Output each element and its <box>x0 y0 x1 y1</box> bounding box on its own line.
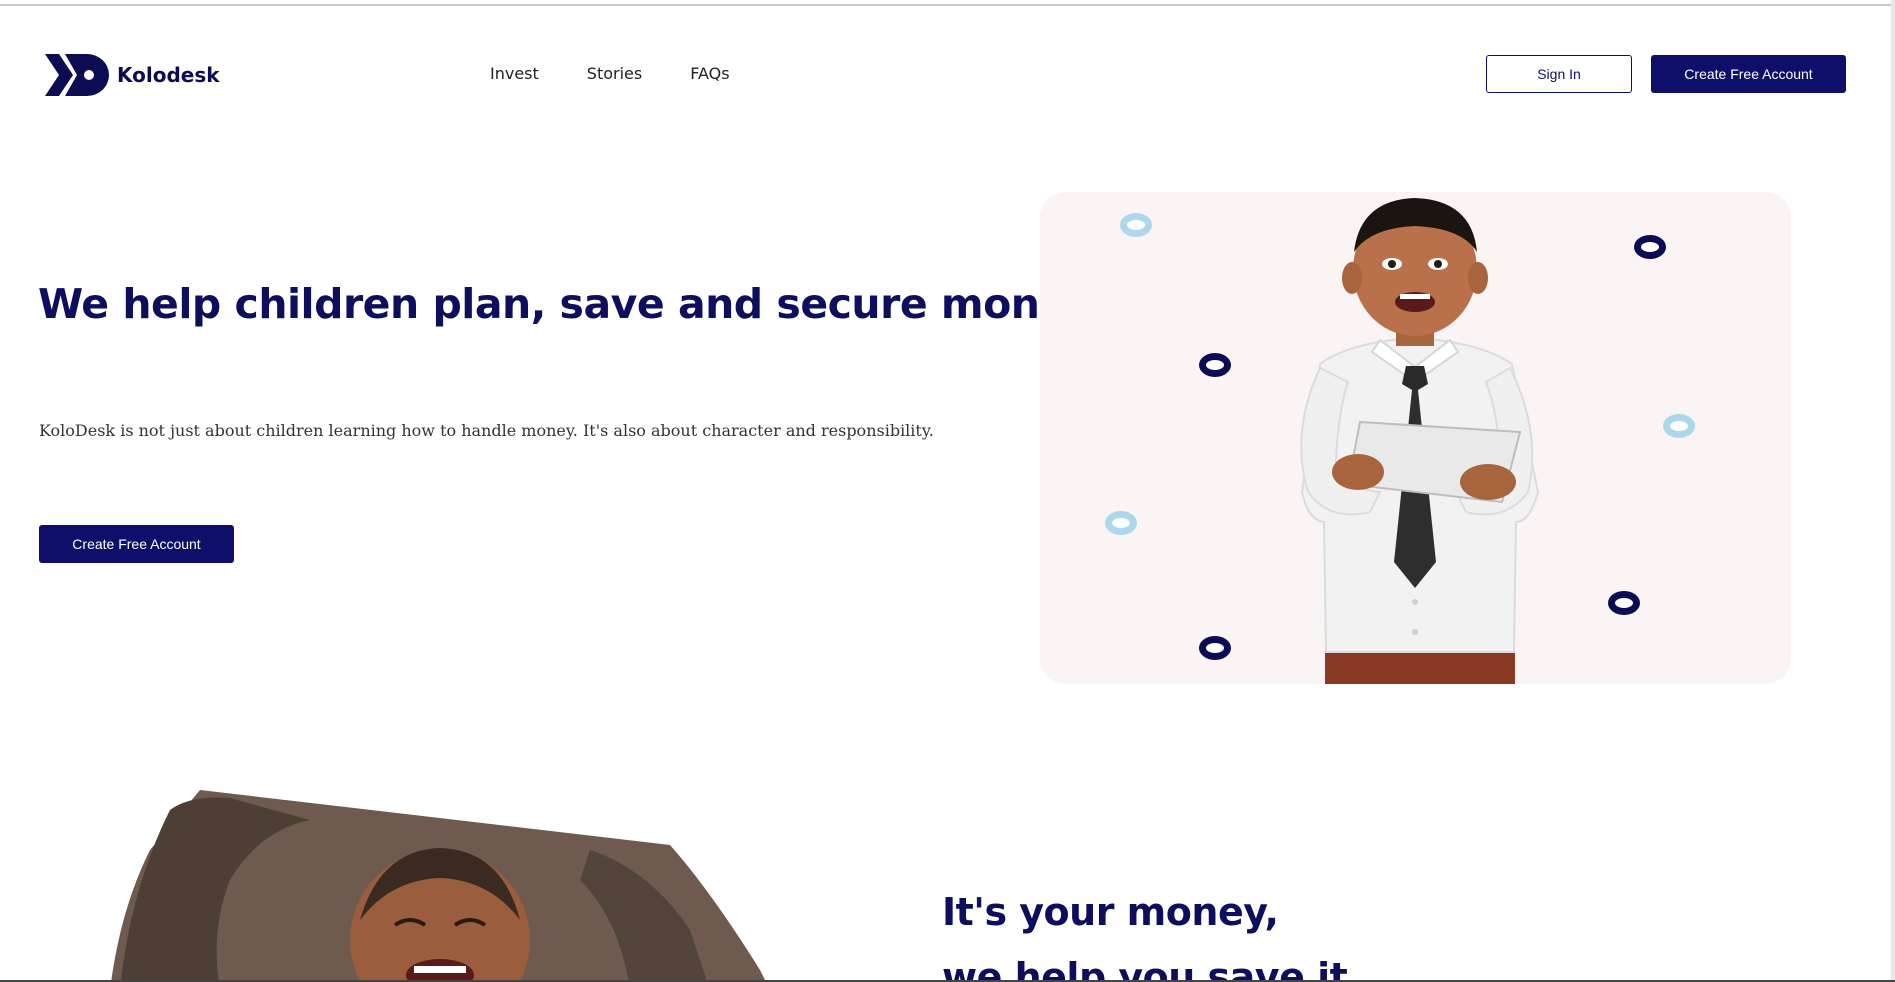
decor-dot <box>1199 636 1231 660</box>
decor-dot <box>1105 511 1137 535</box>
nav-stories[interactable]: Stories <box>587 64 642 83</box>
top-border <box>0 4 1895 6</box>
decor-dot <box>1120 213 1152 237</box>
create-account-button[interactable]: Create Free Account <box>1651 55 1846 93</box>
boy-with-tablet-image <box>1300 198 1540 684</box>
nav-invest[interactable]: Invest <box>490 64 539 83</box>
decor-dot <box>1608 591 1640 615</box>
girl-laughing-image <box>111 790 766 982</box>
hero-description: KoloDesk is not just about children lear… <box>39 421 934 440</box>
decor-dot <box>1663 414 1695 438</box>
hero-title: We help children plan, save and secure m… <box>38 280 1094 328</box>
decor-dot <box>1634 235 1666 259</box>
section2-title: It's your money, <box>942 890 1279 934</box>
section2-subtitle: we help you save it <box>942 955 1348 982</box>
sign-in-button[interactable]: Sign In <box>1486 55 1632 93</box>
kolodesk-logo-icon <box>45 54 109 96</box>
main-nav: Invest Stories FAQs <box>490 64 730 83</box>
nav-faqs[interactable]: FAQs <box>690 64 729 83</box>
landing-page: Kolodesk Invest Stories FAQs Sign In Cre… <box>0 0 1895 982</box>
scrollbar-track[interactable] <box>1891 0 1895 982</box>
logo-text: Kolodesk <box>117 63 220 87</box>
logo-link[interactable]: Kolodesk <box>45 52 220 98</box>
decor-dot <box>1199 353 1231 377</box>
hero-create-account-button[interactable]: Create Free Account <box>39 525 234 563</box>
hero-image-card <box>1040 192 1791 684</box>
